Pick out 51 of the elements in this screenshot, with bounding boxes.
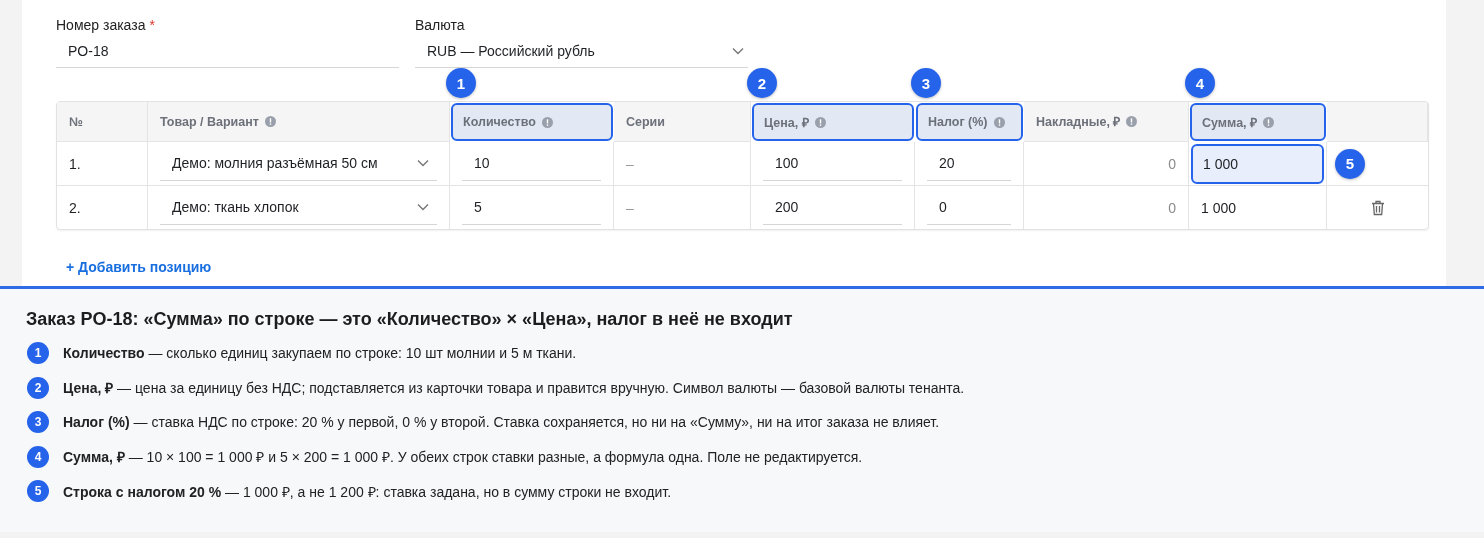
field-label: Номер заказа <box>56 16 146 34</box>
callout-badge: 5 <box>1335 148 1365 179</box>
column-header: Количество <box>463 115 536 129</box>
currency-select[interactable]: RUB — Российский рубль <box>415 34 748 68</box>
column-header: Налог (%) <box>928 115 988 129</box>
price-field[interactable]: 100 <box>763 146 902 181</box>
callout-badge: 2 <box>27 376 49 399</box>
callout-badge: 5 <box>27 480 49 502</box>
row-number: 2. <box>57 186 148 229</box>
delete-button[interactable] <box>1370 199 1385 216</box>
sum-value: 1 000 <box>1201 199 1237 216</box>
quantity-field[interactable]: 5 <box>462 190 601 225</box>
highlighted-sum-cell: 1 000 <box>1191 143 1324 184</box>
row-number: 1. <box>57 142 148 186</box>
explanation-text: Налог (%) — ставка НДС по строке: 20 % у первой, 0 % у второй. Ставка сохраняется, но ни на «Сумму», ни на итог заказа не влияет. <box>63 414 940 430</box>
callout-badge: 1 <box>27 342 49 364</box>
explanation-text: Количество — сколько единиц закупаем по строке: 10 шт молнии и 5 м ткани. <box>63 345 577 361</box>
product-select[interactable]: Демо: ткань хлопок <box>160 190 437 225</box>
column-header: Сумма, ₽ <box>1202 114 1258 131</box>
callout-badge: 4 <box>1185 68 1215 98</box>
explanation-text: Сумма, ₽ — 10 × 100 = 1 000 ₽ и 5 × 200 = 1 000 ₽. У обеих строк ставки разные, а формула одна. Поле не редактируется. <box>63 448 863 466</box>
table-cell: 0 <box>1024 186 1189 229</box>
tax-field[interactable]: 0 <box>927 190 1011 225</box>
explanation-text: Цена, ₽ — цена за единицу без НДС; подставляется из карточки товара и правится вручную. Символ валюты — базовой валюты тенанта. <box>63 379 965 397</box>
table-cell: – <box>614 186 751 229</box>
explanation-title: Заказ PO-18: «Сумма» по строке — это «Количество» × «Цена», налог в неё не входит <box>26 308 794 330</box>
quantity-field[interactable]: 10 <box>462 146 601 181</box>
add-line-link[interactable]: + Добавить позицию <box>66 257 212 277</box>
price-field[interactable]: 200 <box>763 190 902 225</box>
order-number-field[interactable]: PO-18 <box>56 34 399 68</box>
product-select[interactable]: Демо: молния разъёмная 50 см <box>160 146 437 181</box>
explanation-text: Строка с налогом 20 % — 1 000 ₽, а не 1 200 ₽: ставка задана, но в сумму строки не входит. <box>63 482 672 501</box>
chevron-icon <box>732 46 744 55</box>
column-header: Серии <box>626 114 665 129</box>
table-cell: 0 <box>1024 142 1189 186</box>
column-header: № <box>69 114 83 129</box>
callout-badge: 1 <box>446 68 476 98</box>
column-header: Цена, ₽ <box>764 114 809 131</box>
table-cell: – <box>614 142 751 186</box>
callout-badge: 3 <box>27 411 49 433</box>
chevron-icon <box>417 159 429 167</box>
chevron-icon <box>417 203 429 211</box>
column-header: Накладные, ₽ <box>1036 114 1121 130</box>
tax-field[interactable]: 20 <box>927 146 1011 181</box>
callout-badge: 4 <box>27 445 49 468</box>
required-mark: * <box>149 16 155 34</box>
callout-badge: 2 <box>747 68 777 98</box>
callout-badge: 3 <box>911 68 941 98</box>
column-header: Товар / Вариант <box>160 114 259 129</box>
trash-icon <box>1370 199 1385 216</box>
field-label: Валюта <box>415 16 465 34</box>
